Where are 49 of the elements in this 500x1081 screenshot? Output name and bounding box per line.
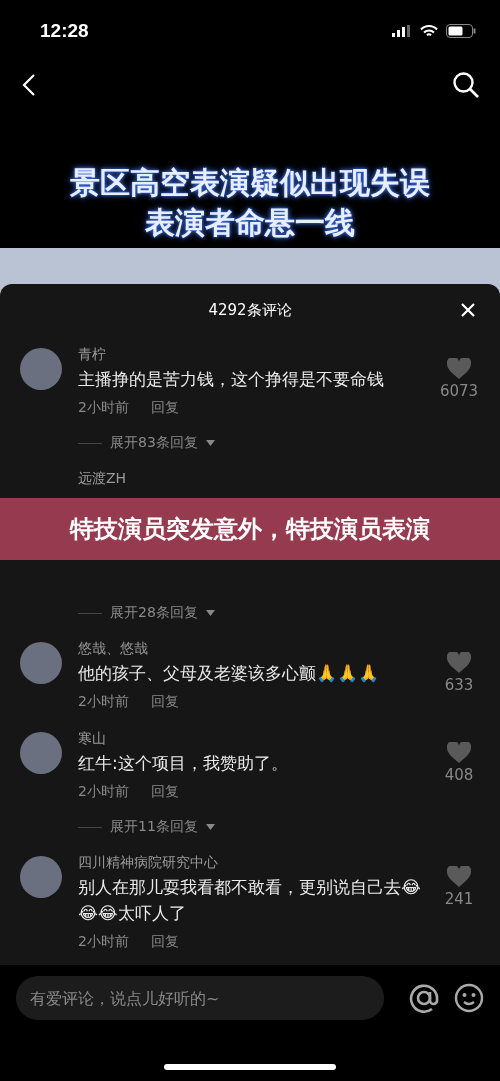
at-icon[interactable] <box>408 982 440 1014</box>
like-count: 408 <box>444 766 474 784</box>
like-count: 633 <box>444 676 474 694</box>
heart-icon[interactable] <box>447 742 471 763</box>
avatar[interactable] <box>20 642 62 684</box>
status-time: 12:28 <box>40 20 89 42</box>
comment-time: 2小时前 <box>78 782 129 801</box>
close-icon[interactable] <box>460 302 476 318</box>
commenter-name[interactable]: 悠哉、悠哉 <box>78 638 432 658</box>
caret-down-icon <box>205 440 215 446</box>
commenter-name[interactable]: 远渡ZH <box>78 468 486 488</box>
expand-replies-link[interactable]: 展开28条回复 <box>110 604 198 622</box>
comment-text: 他的孩子、父母及老婆该多心颤🙏🙏🙏 <box>78 662 380 685</box>
comment-text: 别人在那儿耍我看都不敢看，更别说自己去😂😂😂太吓人了 <box>78 876 422 925</box>
search-icon[interactable] <box>452 71 480 99</box>
wifi-icon <box>420 24 438 38</box>
heart-icon[interactable] <box>447 866 471 887</box>
commenter-name[interactable]: 四川精神病院研究中心 <box>78 852 432 872</box>
expand-replies-link[interactable]: 展开83条回复 <box>110 434 198 452</box>
video-caption: 表演者命悬一线 <box>145 204 355 242</box>
reply-link[interactable]: 回复 <box>150 690 179 712</box>
like-count: 241 <box>444 890 474 908</box>
heart-icon[interactable] <box>447 358 471 379</box>
commenter-name[interactable]: 青柠 <box>78 344 432 364</box>
avatar[interactable] <box>20 348 62 390</box>
signal-icon <box>392 25 412 37</box>
comments-title: 4292条评论 <box>208 300 292 320</box>
heart-icon[interactable] <box>447 652 471 673</box>
video-caption: 景区高空表演疑似出现失误 <box>70 164 430 202</box>
reply-link[interactable]: 回复 <box>150 930 179 952</box>
comment-text: 红牛:这个项目，我赞助了。 <box>78 752 289 775</box>
back-icon[interactable] <box>22 73 36 97</box>
caret-down-icon <box>205 824 215 830</box>
reply-link[interactable]: 回复 <box>150 396 179 418</box>
reply-link[interactable]: 回复 <box>150 780 179 802</box>
comment-time: 2小时前 <box>78 398 129 417</box>
commenter-name[interactable]: 寒山 <box>78 728 432 748</box>
comment-input[interactable]: 有爱评论，说点儿好听的~ <box>16 976 384 1020</box>
battery-icon <box>446 24 476 38</box>
comment-text: 主播挣的是苦力钱，这个挣得是不要命钱 <box>78 368 385 391</box>
comment-time: 2小时前 <box>78 692 129 711</box>
emoji-icon[interactable] <box>454 983 484 1013</box>
avatar[interactable] <box>20 856 62 898</box>
overlay-banner: 特技演员突发意外，特技演员表演 <box>0 498 500 560</box>
like-count: 6073 <box>439 382 479 400</box>
comment-time: 2小时前 <box>78 932 129 951</box>
caret-down-icon <box>205 610 215 616</box>
avatar[interactable] <box>20 732 62 774</box>
expand-replies-link[interactable]: 展开11条回复 <box>110 818 198 836</box>
